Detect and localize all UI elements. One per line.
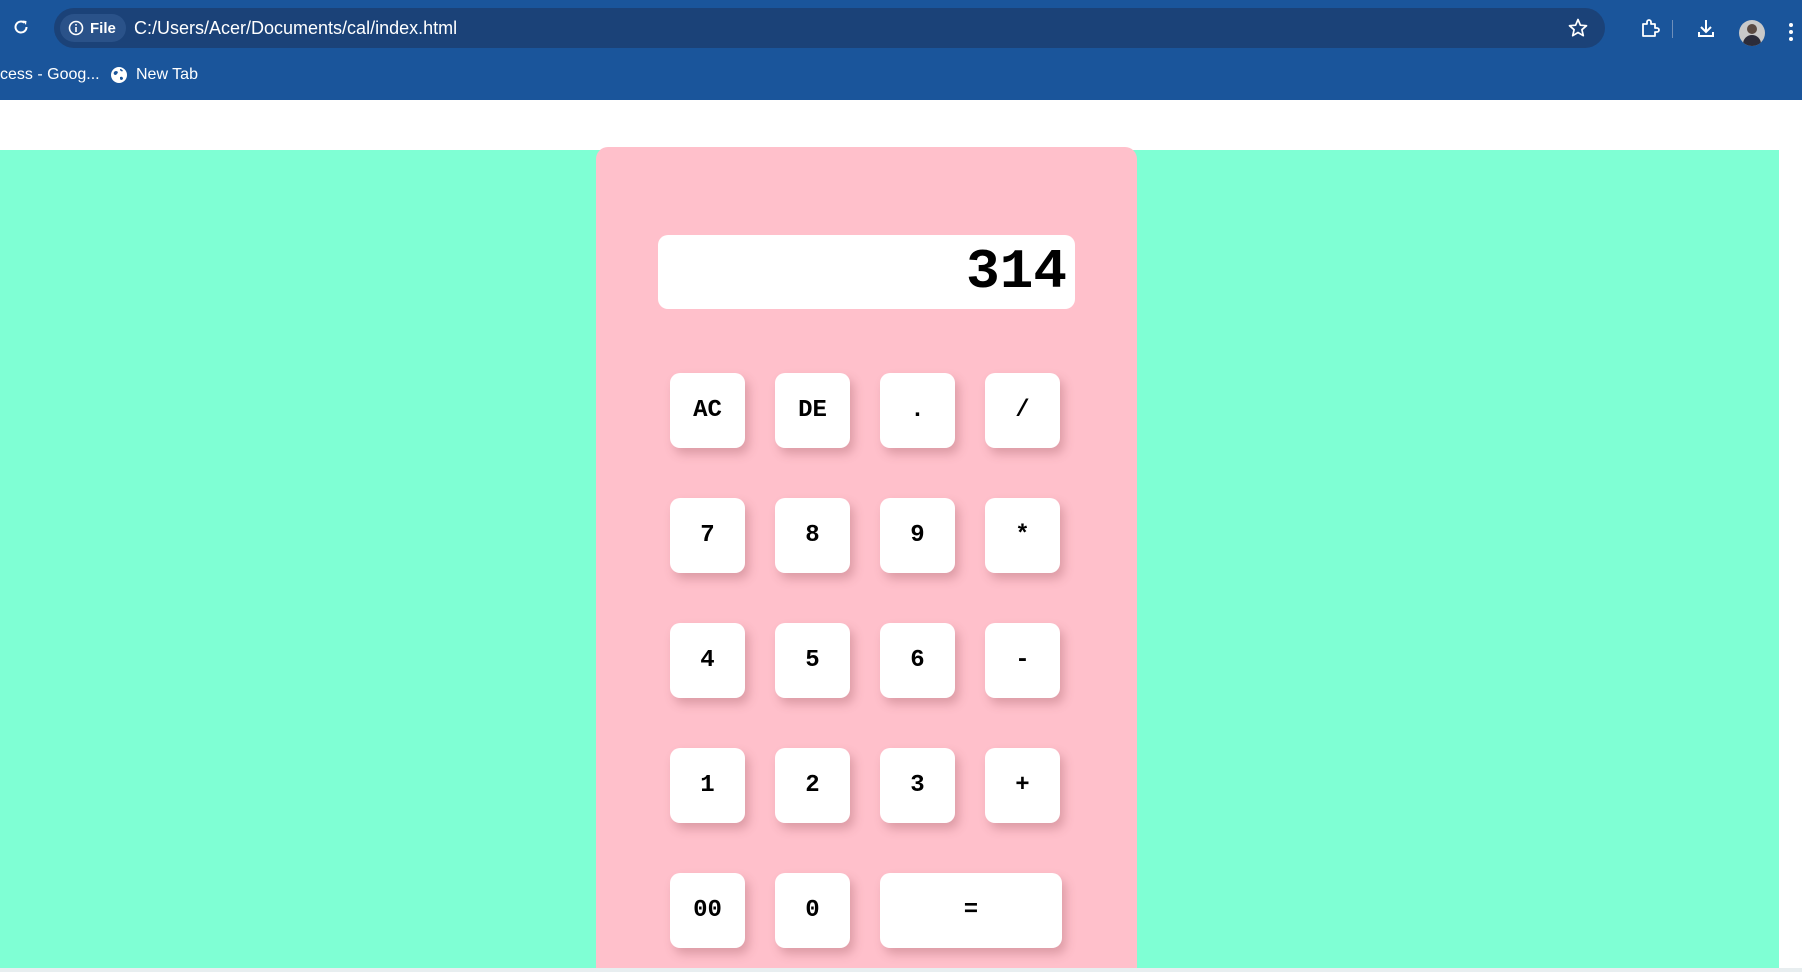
digit-2-button[interactable]: 2 [775,748,850,823]
digit-7-button[interactable]: 7 [670,498,745,573]
info-icon [68,20,84,36]
window-bottom-edge [0,968,1802,972]
extensions-button[interactable] [1636,14,1664,42]
divide-button[interactable]: / [985,373,1060,448]
bookmark-label: cess - Goog... [0,66,100,83]
browser-chrome: File C:/Users/Acer/Documents/cal/index.h… [0,0,1802,100]
url-text[interactable]: C:/Users/Acer/Documents/cal/index.html [134,8,457,48]
toolbar-separator [1672,20,1673,38]
download-icon [1698,20,1714,37]
digit-8-button[interactable]: 8 [775,498,850,573]
browser-toolbar: File C:/Users/Acer/Documents/cal/index.h… [0,6,1802,50]
multiply-button[interactable]: * [985,498,1060,573]
site-chip-label: File [90,19,116,37]
scrollbar-track[interactable] [1779,150,1802,970]
bookmarks-bar: cess - Goog... New Tab [0,60,1802,90]
calculator: 314 AC DE . / 7 8 9 * 4 5 6 - 1 2 3 + 00… [596,147,1137,972]
avatar-body [1743,35,1761,46]
site-info-chip[interactable]: File [60,14,126,42]
digit-3-button[interactable]: 3 [880,748,955,823]
add-button[interactable]: + [985,748,1060,823]
downloads-button[interactable] [1692,14,1720,42]
avatar-head [1747,24,1757,34]
extensions-icon [1642,19,1660,37]
star-icon [1568,18,1588,37]
digit-0-button[interactable]: 0 [775,873,850,948]
subtract-button[interactable]: - [985,623,1060,698]
kebab-menu-icon [1789,23,1793,27]
digit-6-button[interactable]: 6 [880,623,955,698]
bookmark-new-tab[interactable]: New Tab [110,60,198,90]
reload-button[interactable] [8,14,34,40]
digit-5-button[interactable]: 5 [775,623,850,698]
digit-9-button[interactable]: 9 [880,498,955,573]
reload-icon [14,20,28,34]
avatar[interactable] [1739,20,1765,46]
digit-1-button[interactable]: 1 [670,748,745,823]
equals-button[interactable]: = [880,873,1062,948]
bookmark-label: New Tab [136,66,198,83]
digit-4-button[interactable]: 4 [670,623,745,698]
delete-button[interactable]: DE [775,373,850,448]
clear-all-button[interactable]: AC [670,373,745,448]
address-bar[interactable]: File C:/Users/Acer/Documents/cal/index.h… [54,8,1605,48]
bookmark-item[interactable]: cess - Goog... [0,60,100,90]
double-zero-button[interactable]: 00 [670,873,745,948]
decimal-button[interactable]: . [880,373,955,448]
bookmark-star-button[interactable] [1565,15,1591,41]
calculator-display: 314 [658,235,1075,309]
browser-menu-button[interactable] [1784,18,1798,46]
globe-icon [111,67,127,83]
